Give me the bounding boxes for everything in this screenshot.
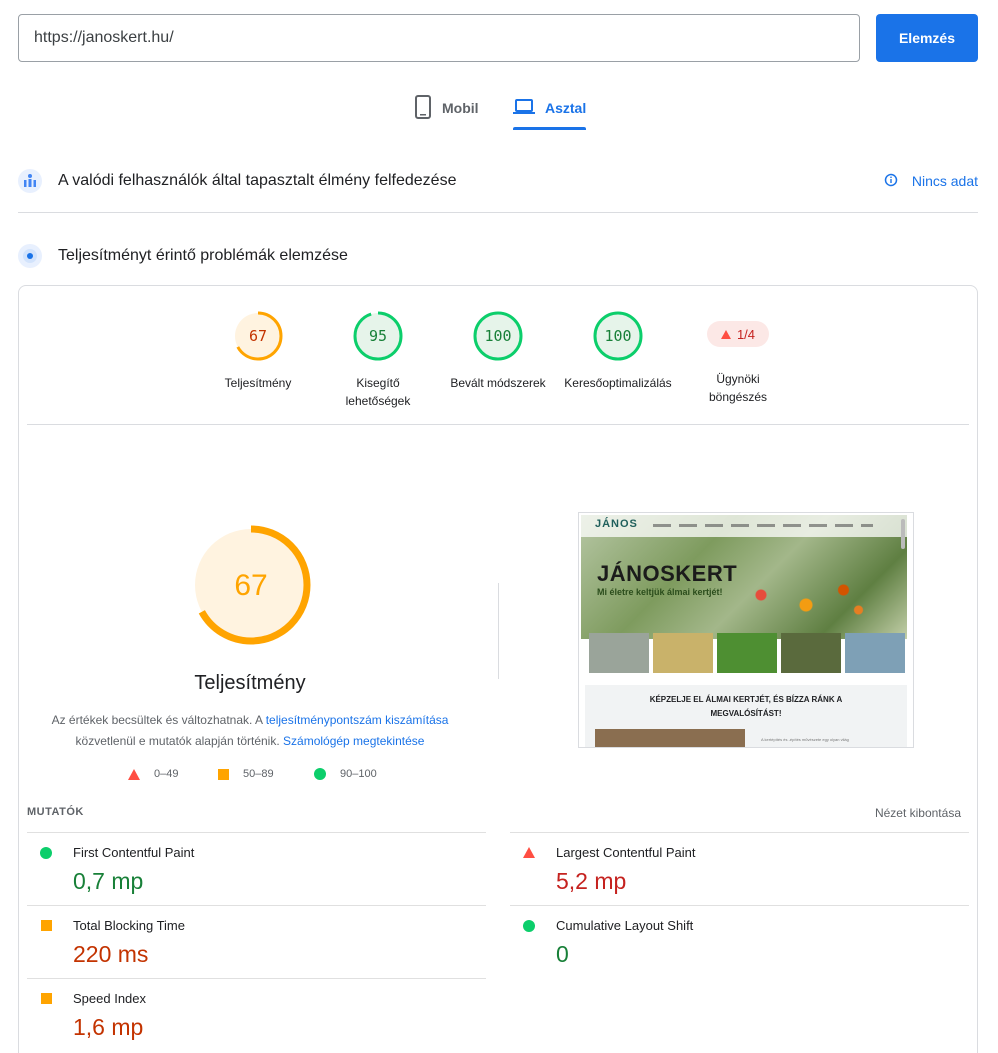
- url-input[interactable]: [18, 14, 860, 62]
- category-accessibility[interactable]: 95 Kisegítő lehetőségek: [313, 310, 443, 410]
- legend-pass: 90–100: [314, 768, 377, 780]
- performance-title: Teljesítmény: [194, 672, 306, 694]
- tab-active-indicator: [513, 127, 587, 130]
- metric-value: 0,7 mp: [73, 868, 144, 894]
- lighthouse-icon: [18, 244, 42, 268]
- pass-circle-icon: [33, 846, 59, 859]
- fail-triangle-icon: [128, 768, 140, 780]
- tab-desktop-label: Asztal: [545, 100, 587, 116]
- diagnose-title: Teljesítményt érintő problémák elemzése: [58, 247, 348, 264]
- metric-divider: [27, 832, 486, 833]
- metric-value: 1,6 mp: [73, 1014, 144, 1040]
- metrics-header: MUTATÓK Nézet kibontása: [27, 806, 961, 820]
- tab-mobile-label: Mobil: [442, 100, 479, 116]
- category-label: Keresőoptimalizálás: [564, 376, 672, 390]
- screenshot-logo: JÁNOS: [595, 518, 638, 530]
- performance-gauge: 67: [191, 525, 311, 645]
- pass-circle-icon: [516, 919, 542, 932]
- metric-speed-index: Speed Index 1,6 mp: [33, 991, 473, 1041]
- metric-cls: Cumulative Layout Shift 0: [516, 918, 956, 968]
- category-score: 95: [369, 327, 387, 345]
- metric-divider: [27, 978, 486, 979]
- category-label: Kisegítő lehetőségek: [345, 376, 411, 408]
- average-square-icon: [33, 993, 59, 1004]
- no-data-label: Nincs adat: [911, 173, 978, 189]
- phone-icon: [414, 94, 432, 122]
- category-label: Teljesítmény: [224, 376, 292, 390]
- tab-mobile[interactable]: Mobil: [414, 86, 479, 130]
- legend-fail: 0–49: [128, 768, 178, 780]
- crux-section-header: A valódi felhasználók által tapasztalt é…: [18, 169, 978, 193]
- screenshot-content-image: [595, 729, 745, 747]
- screenshot-tiles: [589, 633, 905, 673]
- metric-value: 5,2 mp: [556, 868, 627, 894]
- screenshot-scrollbar: [901, 519, 905, 549]
- category-score: 67: [249, 327, 267, 345]
- accessibility-gauge: 95: [353, 311, 403, 361]
- screenshot-cta-box: KÉPZELJE EL ÁLMAI KERTJÉT, ÉS BÍZZA RÁNK…: [585, 685, 907, 747]
- screenshot-hero-image: JÁNOS JÁNOSKERT Mi életre keltjük álmai …: [581, 515, 907, 639]
- tab-desktop[interactable]: Asztal: [513, 86, 587, 130]
- screenshot-small-text: A kertépítés és -építés művészete egy ol…: [761, 737, 849, 742]
- info-icon: [884, 173, 898, 190]
- screenshot-flowers: [731, 575, 881, 625]
- screenshot-menu: [653, 524, 873, 527]
- expand-view-toggle[interactable]: Nézet kibontása: [875, 806, 961, 820]
- category-performance[interactable]: 67 Teljesítmény: [193, 310, 323, 392]
- seo-gauge: 100: [593, 311, 643, 361]
- metric-value: 220 ms: [73, 941, 149, 967]
- fail-triangle-icon: [720, 329, 731, 339]
- category-best-practices[interactable]: 100 Bevált módszerek: [433, 310, 563, 392]
- screenshot-hero-title: JÁNOSKERT: [597, 561, 738, 586]
- calculator-link[interactable]: Számológép megtekintése: [283, 734, 424, 748]
- card-divider: [27, 424, 969, 425]
- metric-divider: [510, 905, 969, 906]
- category-label: Ügynöki böngészés: [708, 372, 768, 404]
- category-score: 1/4: [736, 326, 756, 342]
- performance-score: 67: [234, 569, 267, 602]
- category-score: 100: [484, 327, 511, 345]
- average-square-icon: [33, 920, 59, 931]
- diagnose-section-header: Teljesítményt érintő problémák elemzése: [18, 244, 978, 268]
- users-icon: [18, 169, 42, 193]
- category-score: 100: [604, 327, 631, 345]
- metric-value: 0: [556, 941, 569, 967]
- pass-circle-icon: [314, 768, 326, 780]
- analyze-button[interactable]: Elemzés: [876, 14, 978, 62]
- section-divider: [18, 212, 978, 213]
- metric-divider: [510, 832, 969, 833]
- performance-description: Az értékek becsültek és változhatnak. A …: [51, 713, 449, 748]
- final-screenshot[interactable]: JÁNOS JÁNOSKERT Mi életre keltjük álmai …: [578, 512, 914, 748]
- average-square-icon: [218, 768, 229, 780]
- best-practices-gauge: 100: [473, 311, 523, 361]
- screenshot-nav: JÁNOS: [581, 515, 907, 537]
- metric-tbt: Total Blocking Time 220 ms: [33, 918, 473, 968]
- laptop-icon: [513, 98, 535, 119]
- performance-small-gauge: 67: [233, 311, 283, 361]
- score-calc-link[interactable]: teljesítménypontszám kiszámítása: [266, 713, 449, 727]
- metrics-label: MUTATÓK: [27, 806, 84, 818]
- metric-fcp: First Contentful Paint 0,7 mp: [33, 845, 473, 895]
- screenshot-hero-subtitle: Mi életre keltjük álmai kertjét!: [597, 587, 723, 597]
- crux-title: A valódi felhasználók által tapasztalt é…: [58, 172, 457, 189]
- vertical-separator: [498, 583, 499, 679]
- category-label: Bevált módszerek: [450, 376, 546, 390]
- category-seo[interactable]: 100 Keresőoptimalizálás: [553, 310, 683, 392]
- metric-divider: [27, 905, 486, 906]
- category-agentic-browsing[interactable]: 1/4 Ügynöki böngészés: [673, 310, 803, 406]
- agentic-score-badge: 1/4: [706, 321, 770, 347]
- fail-triangle-icon: [516, 847, 542, 858]
- legend-average: 50–89: [218, 768, 274, 780]
- metric-lcp: Largest Contentful Paint 5,2 mp: [516, 845, 956, 895]
- no-data-link[interactable]: Nincs adat: [884, 173, 978, 190]
